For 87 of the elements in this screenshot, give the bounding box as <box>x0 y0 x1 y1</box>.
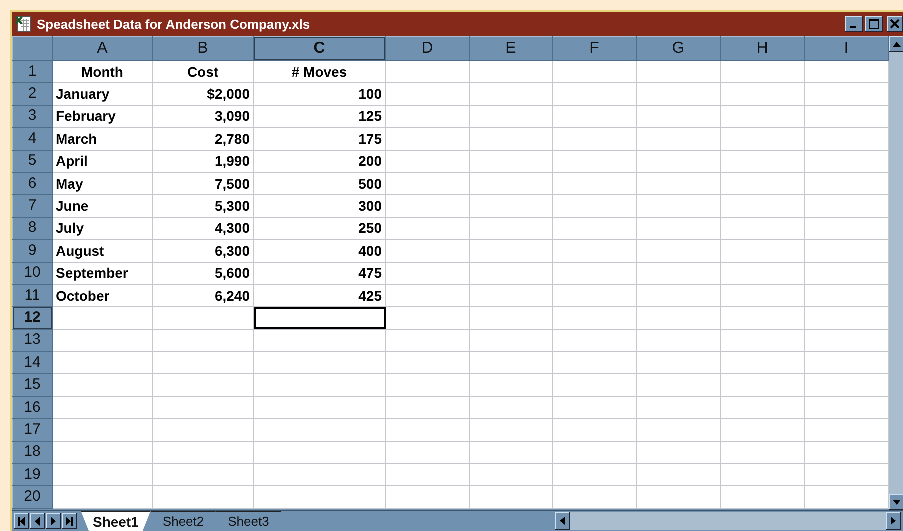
table-cell: Month <box>52 60 152 83</box>
previous-icon <box>33 516 42 526</box>
table-cell: 400 <box>254 240 386 262</box>
next-sheet-button[interactable] <box>46 513 61 529</box>
table-cell: 1,990 <box>152 150 254 172</box>
table-cell: May <box>52 172 152 195</box>
last-sheet-button[interactable] <box>62 513 77 529</box>
row-header[interactable]: 9 <box>12 240 52 262</box>
table-cell: 100 <box>254 82 386 106</box>
column-header[interactable]: G <box>636 36 720 60</box>
row-header[interactable]: 5 <box>12 150 52 172</box>
row-header[interactable]: 16 <box>12 396 52 419</box>
horizontal-scrollbar[interactable] <box>555 512 901 530</box>
table-cell: 6,300 <box>152 240 254 262</box>
table-cell: 6,240 <box>152 284 254 307</box>
column-header[interactable]: F <box>552 36 636 60</box>
table-cell: February <box>52 105 152 128</box>
row-header[interactable]: 14 <box>12 352 52 374</box>
column-header[interactable]: C <box>254 36 386 60</box>
table-cell: September <box>52 262 152 284</box>
table-cell: 250 <box>254 217 386 240</box>
last-icon <box>65 516 74 526</box>
table-cell: 175 <box>254 128 386 150</box>
table-cell: 4,300 <box>152 217 254 240</box>
column-header[interactable]: A <box>52 36 152 60</box>
row-header[interactable]: 10 <box>12 262 52 284</box>
window-title: Speadsheet Data for Anderson Company.xls <box>37 16 310 32</box>
table-cell: 475 <box>254 262 386 284</box>
table-cell: 125 <box>254 105 386 128</box>
row-header[interactable]: 18 <box>12 441 52 464</box>
close-icon <box>890 19 900 29</box>
row-header[interactable]: 2 <box>12 82 52 106</box>
table-cell: 5,600 <box>152 262 254 284</box>
row-header[interactable]: 20 <box>12 486 52 508</box>
sheet-tab[interactable]: Sheet1 <box>81 511 151 531</box>
table-cell: 5,300 <box>152 194 254 218</box>
table-cell: # Moves <box>254 60 386 83</box>
column-header[interactable]: D <box>386 36 470 60</box>
minimize-button[interactable] <box>845 16 863 32</box>
close-button[interactable] <box>887 16 903 32</box>
scroll-left-icon <box>560 517 565 525</box>
table-cell: August <box>52 240 152 262</box>
scroll-up-icon <box>892 42 900 46</box>
row-header[interactable]: 8 <box>12 217 52 240</box>
row-header[interactable]: 7 <box>12 194 52 218</box>
table-cell: $2,000 <box>152 82 254 106</box>
table-cell: 7,500 <box>152 172 254 195</box>
table-cell: 300 <box>254 194 386 218</box>
table-cell: July <box>52 217 152 240</box>
row-header[interactable]: 13 <box>12 329 52 352</box>
first-icon <box>17 516 26 526</box>
row-header[interactable]: 4 <box>12 128 52 150</box>
table-cell: October <box>52 284 152 307</box>
table-cell: 3,090 <box>152 105 254 128</box>
scroll-right-icon <box>891 517 896 525</box>
table-cell: April <box>52 150 152 172</box>
active-cell[interactable] <box>254 306 386 330</box>
column-header[interactable]: B <box>152 36 254 60</box>
table-cell: Cost <box>152 60 254 83</box>
minimize-icon <box>850 26 856 28</box>
row-header[interactable]: 17 <box>12 418 52 442</box>
table-cell: January <box>52 82 152 106</box>
first-sheet-button[interactable] <box>14 513 29 529</box>
table-cell: 200 <box>254 150 386 172</box>
column-header[interactable]: I <box>804 36 888 60</box>
column-header[interactable]: E <box>470 36 552 60</box>
row-header[interactable]: 1 <box>12 60 52 83</box>
table-cell: March <box>52 128 152 150</box>
vertical-scrollbar[interactable] <box>889 36 903 510</box>
select-all-button[interactable] <box>12 36 52 60</box>
row-header[interactable]: 12 <box>12 306 52 330</box>
row-header[interactable]: 11 <box>12 284 52 307</box>
table-cell: 425 <box>254 284 386 307</box>
next-icon <box>49 516 58 526</box>
row-header[interactable]: 15 <box>12 374 52 396</box>
previous-sheet-button[interactable] <box>30 513 45 529</box>
table-cell: 2,780 <box>152 128 254 150</box>
row-header[interactable]: 6 <box>12 172 52 195</box>
row-header[interactable]: 19 <box>12 464 52 486</box>
table-cell: 500 <box>254 172 386 195</box>
scroll-down-icon <box>892 500 900 504</box>
column-header[interactable]: H <box>720 36 804 60</box>
maximize-button[interactable] <box>865 16 883 32</box>
spreadsheet-file-icon <box>15 15 33 33</box>
row-header[interactable]: 3 <box>12 105 52 128</box>
table-cell: June <box>52 194 152 218</box>
maximize-icon <box>869 19 879 29</box>
